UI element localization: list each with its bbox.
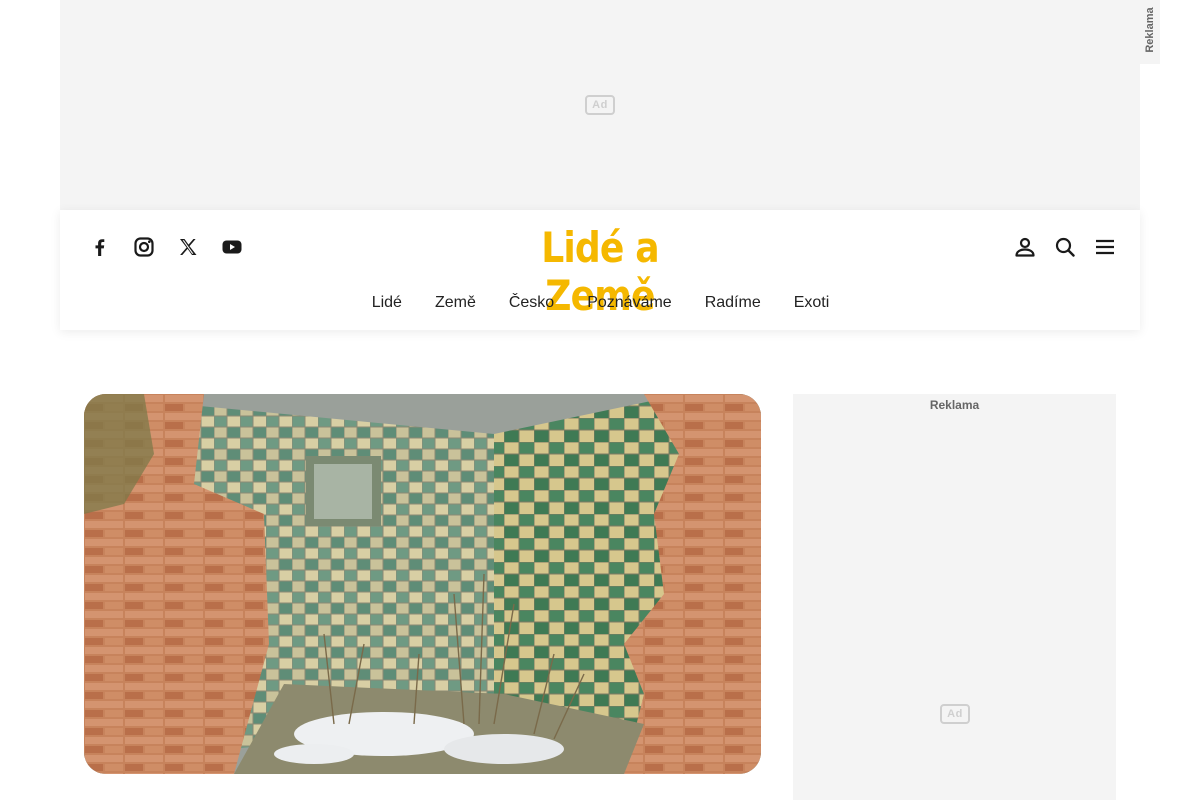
- social-links: [88, 234, 264, 260]
- user-icon[interactable]: [1012, 234, 1038, 260]
- sidebar-ad[interactable]: Reklama Ad: [793, 394, 1116, 800]
- article-hero-image[interactable]: [84, 394, 761, 774]
- ad-placeholder-icon: Ad: [585, 95, 615, 115]
- ad-side-tag: Reklama: [1140, 0, 1160, 64]
- sidebar-ad-label: Reklama: [929, 398, 980, 412]
- nav-item-radime[interactable]: Radíme: [704, 294, 761, 312]
- header-tools: [1012, 234, 1118, 260]
- x-icon[interactable]: [176, 234, 220, 260]
- menu-icon[interactable]: [1092, 234, 1118, 260]
- youtube-icon[interactable]: [220, 234, 264, 260]
- ad-side-tag-label: Reklama: [1144, 7, 1156, 53]
- ad-placeholder-icon: Ad: [940, 704, 970, 724]
- nav-item-cesko[interactable]: Česko: [508, 294, 554, 312]
- nav-item-poznavame[interactable]: Poznáváme: [586, 294, 672, 312]
- instagram-icon[interactable]: [132, 234, 176, 260]
- nav-item-zeme[interactable]: Země: [434, 294, 476, 312]
- top-ad-banner[interactable]: Ad: [60, 0, 1140, 210]
- site-header: Lidé a Země Lidé Země Česko Poznáváme Ra…: [60, 210, 1140, 330]
- facebook-icon[interactable]: [88, 234, 132, 260]
- search-icon[interactable]: [1052, 234, 1078, 260]
- nav-item-lide[interactable]: Lidé: [371, 294, 402, 312]
- main-nav: Lidé Země Česko Poznáváme Radíme Exoti: [60, 294, 1140, 312]
- ruined-tiled-room-image: [84, 394, 761, 774]
- site-logo[interactable]: Lidé a Země: [514, 224, 686, 320]
- nav-item-exoti[interactable]: Exoti: [793, 294, 830, 312]
